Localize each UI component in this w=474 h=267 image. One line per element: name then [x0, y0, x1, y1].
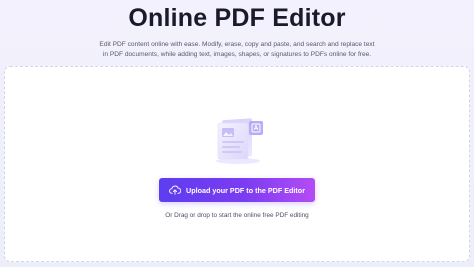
drag-drop-hint: Or Drag or drop to start the online free… — [165, 212, 309, 219]
upload-pdf-button[interactable]: Upload your PDF to the PDF Editor — [159, 178, 315, 202]
subtitle-line-1: Edit PDF content online with ease. Modif… — [99, 41, 375, 48]
upload-button-label: Upload your PDF to the PDF Editor — [186, 185, 305, 195]
cloud-upload-icon — [169, 185, 182, 195]
subtitle-line-2: in PDF documents, while adding text, ima… — [102, 51, 372, 58]
pdf-document-illustration-icon — [212, 115, 268, 165]
page-subtitle: Edit PDF content online with ease. Modif… — [60, 40, 414, 60]
page-title: Online PDF Editor — [128, 4, 346, 32]
